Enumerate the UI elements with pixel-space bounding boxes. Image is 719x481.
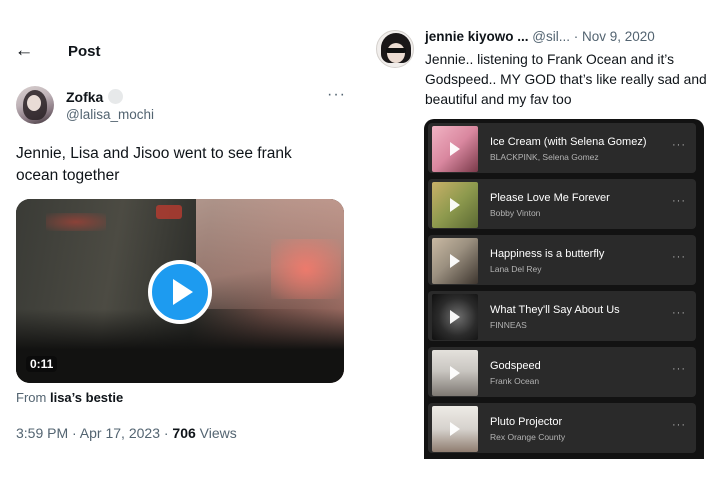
album-cover	[432, 350, 478, 396]
page-title: Post	[68, 42, 101, 60]
track-title: Pluto Projector	[490, 416, 563, 428]
video-source: From lisa’s bestie	[16, 390, 124, 405]
tweet-text: Jennie.. listening to Frank Ocean and it…	[425, 52, 707, 107]
author-handle[interactable]: @lalisa_mochi	[66, 107, 154, 122]
spotify-playlist: Ice Cream (with Selena Gomez) BLACKPINK,…	[424, 119, 704, 459]
video-duration: 0:11	[26, 356, 58, 372]
author-name[interactable]: jennie kiyowo ...	[425, 29, 529, 44]
album-cover	[432, 406, 478, 452]
avatar[interactable]	[16, 86, 54, 124]
track-title: Please Love Me Forever	[490, 192, 610, 204]
more-options-icon[interactable]: ···	[672, 363, 686, 375]
list-item[interactable]: Please Love Me Forever Bobby Vinton ···	[428, 179, 696, 229]
play-icon	[450, 310, 460, 324]
more-options-icon[interactable]: ···	[672, 251, 686, 263]
tweet-header: jennie kiyowo ... @sil... · Nov 9, 2020	[425, 29, 655, 44]
album-cover	[432, 126, 478, 172]
author-name[interactable]: Zofka	[66, 89, 103, 105]
album-cover	[432, 294, 478, 340]
list-item[interactable]: What They'll Say About Us FINNEAS ···	[428, 291, 696, 341]
tweet-meta: 3:59 PM · Apr 17, 2023 · 706 Views	[16, 425, 237, 441]
track-artist: Lana Del Rey	[490, 264, 542, 274]
tweet-author: Zofka @lalisa_mochi	[16, 86, 154, 124]
track-artist: Bobby Vinton	[490, 208, 541, 218]
track-artist: Frank Ocean	[490, 376, 540, 386]
back-arrow-icon[interactable]: ←	[14, 40, 34, 61]
more-options-icon[interactable]: ···	[672, 195, 686, 207]
album-cover	[432, 238, 478, 284]
track-title: Ice Cream (with Selena Gomez)	[490, 136, 647, 148]
play-icon	[450, 254, 460, 268]
more-options-icon[interactable]: ···	[672, 419, 686, 431]
play-icon	[450, 422, 460, 436]
right-tweet-panel: jennie kiyowo ... @sil... · Nov 9, 2020 …	[360, 0, 719, 481]
more-options-icon[interactable]: ···	[672, 307, 686, 319]
track-title: What They'll Say About Us	[490, 304, 620, 316]
track-title: Happiness is a butterfly	[490, 248, 605, 260]
avatar[interactable]	[376, 30, 414, 68]
timestamp[interactable]: 3:59 PM · Apr 17, 2023 ·	[16, 425, 172, 441]
list-item[interactable]: Godspeed Frank Ocean ···	[428, 347, 696, 397]
tweet-text: Jennie, Lisa and Jisoo went to see frank…	[16, 145, 292, 184]
author-handle[interactable]: @sil...	[529, 29, 570, 44]
post-header: ← Post	[14, 38, 101, 64]
play-button[interactable]	[148, 260, 212, 324]
track-artist: Rex Orange County	[490, 432, 566, 442]
source-link[interactable]: lisa’s bestie	[50, 390, 123, 405]
track-artist: BLACKPINK, Selena Gomez	[490, 152, 599, 162]
track-title: Godspeed	[490, 360, 541, 372]
views-count: 706	[172, 425, 196, 441]
track-artist: FINNEAS	[490, 320, 527, 330]
play-icon	[450, 142, 460, 156]
left-tweet-panel: ← Post Zofka @lalisa_mochi ··· Jennie, L…	[0, 0, 360, 481]
play-icon	[173, 279, 193, 305]
views-label: Views	[195, 425, 237, 441]
play-icon	[450, 366, 460, 380]
tweet-date[interactable]: · Nov 9, 2020	[570, 29, 655, 44]
badge-icon	[108, 89, 124, 104]
more-options-icon[interactable]: ···	[327, 86, 346, 104]
list-item[interactable]: Pluto Projector Rex Orange County ···	[428, 403, 696, 453]
list-item[interactable]: Ice Cream (with Selena Gomez) BLACKPINK,…	[428, 123, 696, 173]
more-options-icon[interactable]: ···	[672, 139, 686, 151]
list-item[interactable]: Happiness is a butterfly Lana Del Rey ··…	[428, 235, 696, 285]
video-player[interactable]: 0:11	[16, 199, 344, 383]
album-cover	[432, 182, 478, 228]
play-icon	[450, 198, 460, 212]
